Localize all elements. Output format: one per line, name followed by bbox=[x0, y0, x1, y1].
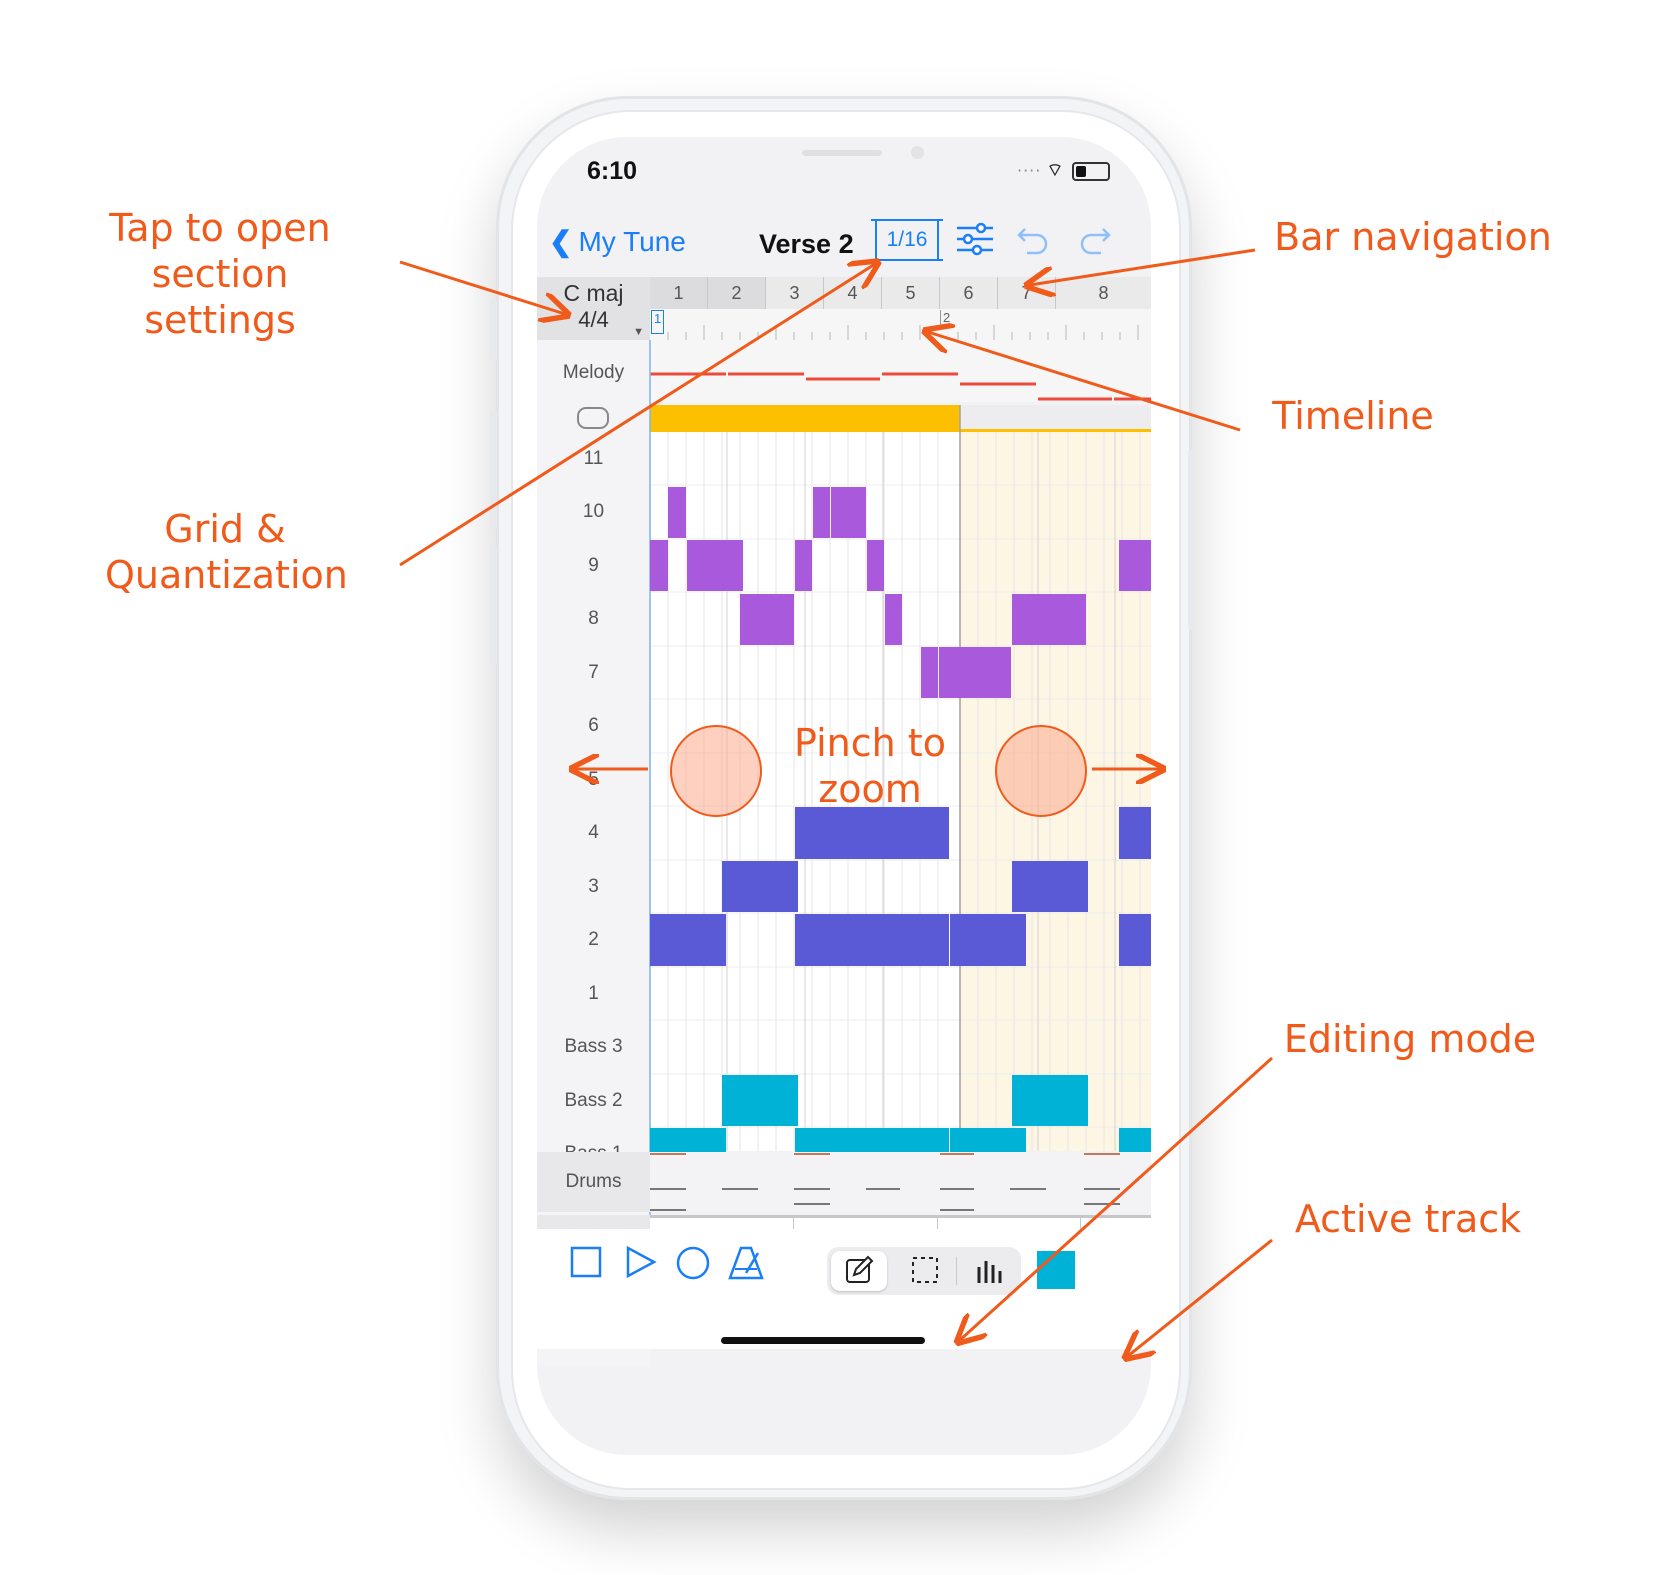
arrow-active-track bbox=[1128, 1238, 1273, 1356]
arrow-editing-mode bbox=[960, 1056, 1274, 1340]
arrow-bar-navigation bbox=[1030, 248, 1256, 285]
annotation-arrows bbox=[399, 248, 1274, 1575]
arrow-section-settings bbox=[399, 260, 565, 314]
arrow-grid-quantization bbox=[399, 264, 875, 567]
arrow-timeline bbox=[928, 332, 1241, 432]
